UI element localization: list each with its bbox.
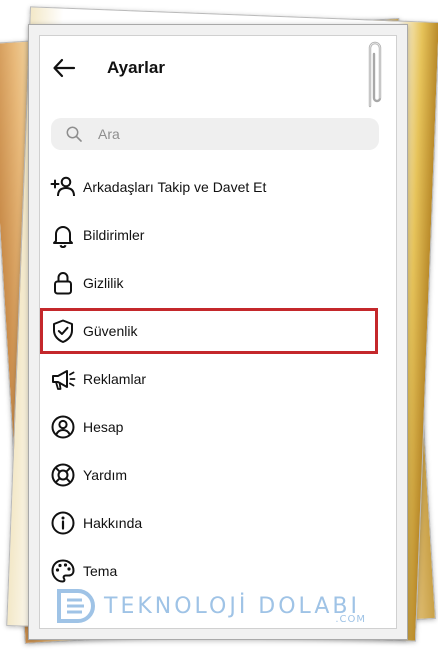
info-icon bbox=[50, 510, 76, 536]
lock-icon bbox=[50, 270, 76, 296]
paper-clip-icon bbox=[368, 41, 382, 108]
menu-item-label: Tema bbox=[83, 563, 118, 579]
palette-icon bbox=[50, 558, 76, 584]
bell-icon bbox=[50, 222, 76, 249]
arrow-left-icon bbox=[53, 58, 76, 78]
menu-item-label: Yardım bbox=[83, 467, 128, 483]
settings-menu: Arkadaşları Takip ve Davet Et Bildirimle… bbox=[40, 163, 381, 595]
menu-item-help[interactable]: Yardım bbox=[41, 451, 381, 499]
page-title: Ayarlar bbox=[107, 58, 165, 77]
search-input[interactable] bbox=[98, 118, 358, 150]
add-person-icon bbox=[50, 174, 76, 200]
menu-item-security[interactable]: Güvenlik bbox=[40, 307, 381, 355]
profile-circle-icon bbox=[50, 414, 76, 440]
menu-item-account[interactable]: Hesap bbox=[41, 403, 381, 451]
menu-item-label: Arkadaşları Takip ve Davet Et bbox=[83, 179, 267, 195]
search-icon bbox=[66, 126, 82, 142]
menu-item-privacy[interactable]: Gizlilik bbox=[41, 259, 381, 307]
menu-item-label: Güvenlik bbox=[83, 323, 138, 339]
menu-item-label: Hakkında bbox=[83, 515, 143, 531]
watermark-suffix: .COM bbox=[335, 614, 366, 625]
search-bar[interactable] bbox=[51, 118, 379, 150]
menu-item-label: Bildirimler bbox=[83, 227, 145, 243]
menu-item-label: Gizlilik bbox=[83, 275, 124, 291]
menu-item-follow-invite[interactable]: Arkadaşları Takip ve Davet Et bbox=[41, 163, 381, 211]
lifebuoy-icon bbox=[50, 462, 76, 488]
menu-item-about[interactable]: Hakkında bbox=[41, 499, 381, 547]
menu-item-label: Hesap bbox=[83, 419, 124, 435]
back-button[interactable] bbox=[52, 56, 76, 80]
menu-item-label: Reklamlar bbox=[83, 371, 147, 387]
watermark-logo-icon bbox=[57, 589, 95, 623]
menu-item-ads[interactable]: Reklamlar bbox=[41, 355, 381, 403]
watermark-text: TEKNOLOJİ DOLABI bbox=[104, 594, 360, 619]
megaphone-icon bbox=[50, 366, 76, 392]
menu-item-notifications[interactable]: Bildirimler bbox=[41, 211, 381, 259]
shield-check-icon bbox=[50, 318, 76, 344]
watermark: TEKNOLOJİ DOLABI .COM bbox=[56, 588, 372, 628]
